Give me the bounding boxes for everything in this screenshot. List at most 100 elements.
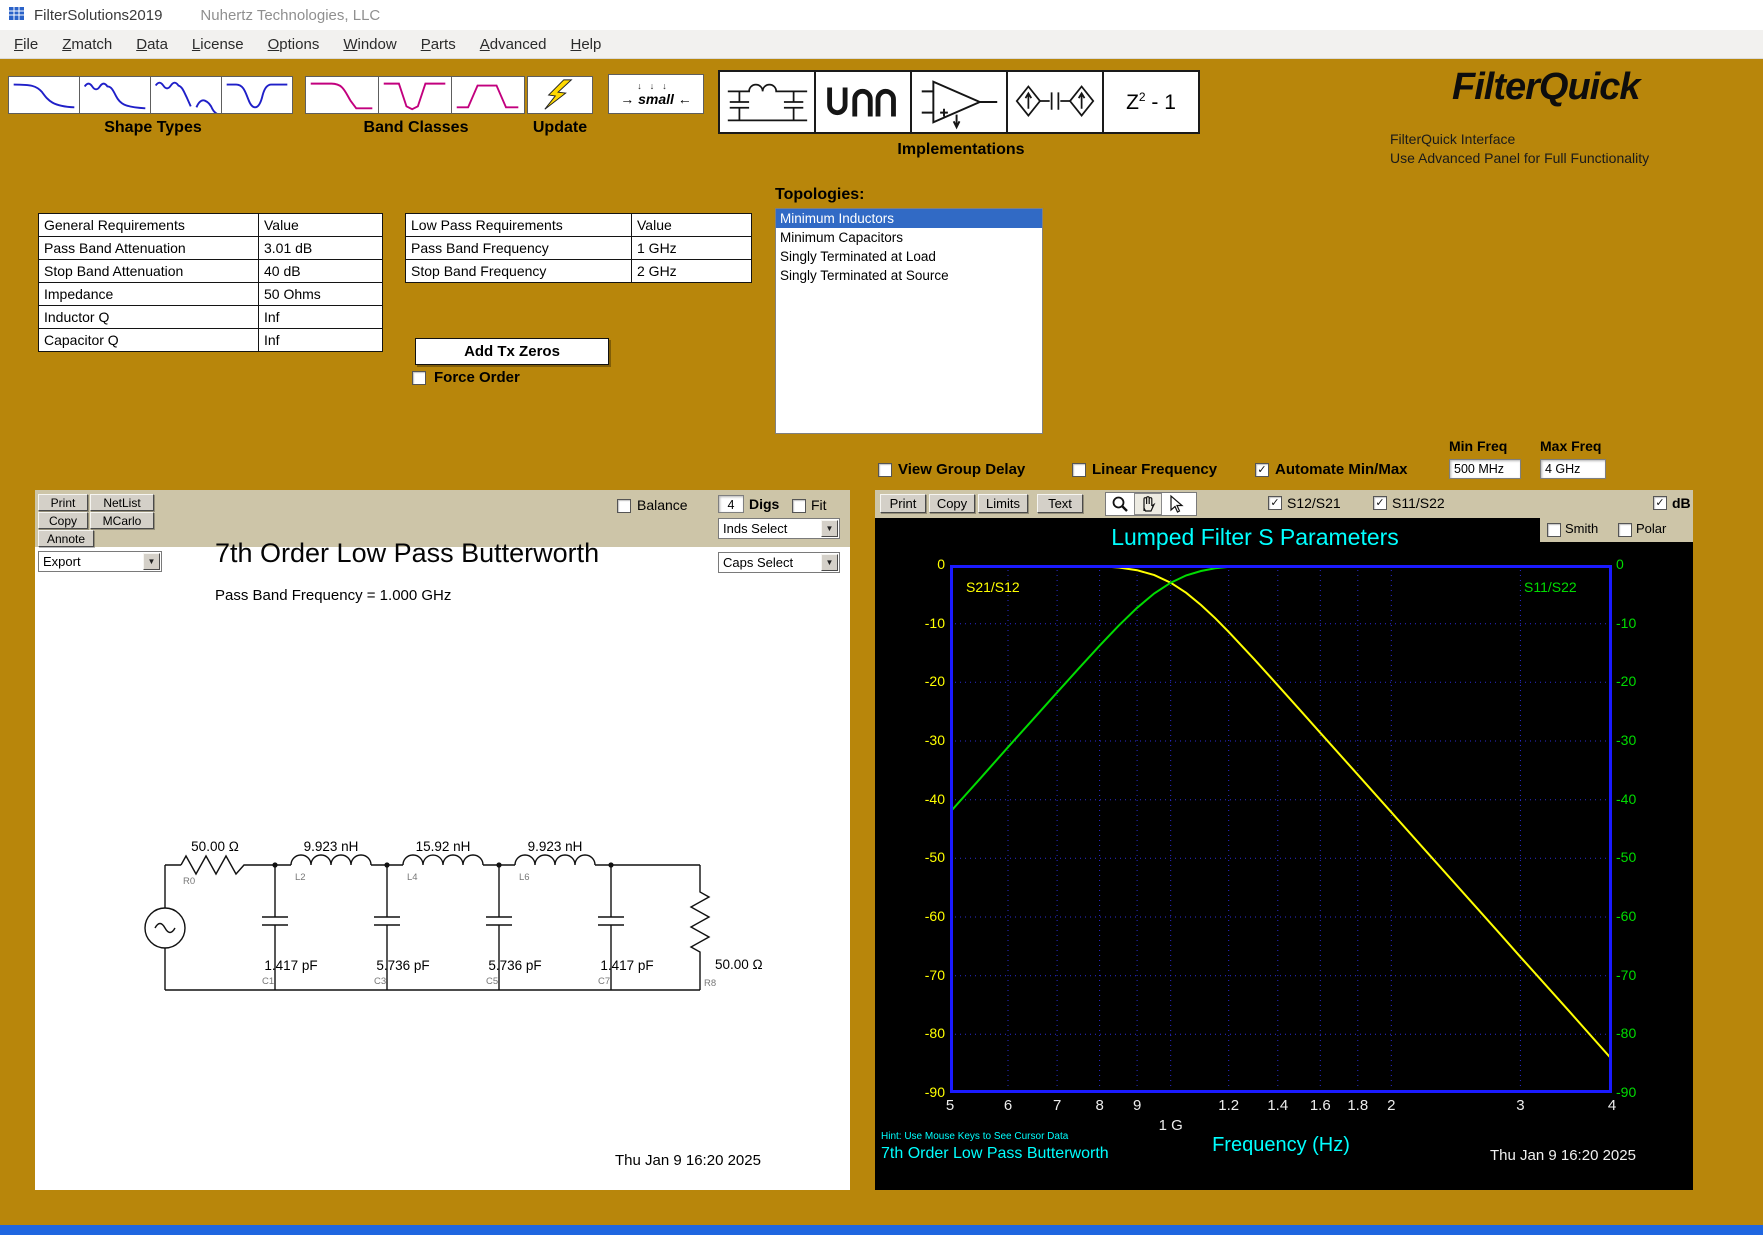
shape-type-elliptic-button[interactable] [150, 76, 222, 114]
topology-option[interactable]: Singly Terminated at Source [776, 266, 1042, 285]
balance-checkbox[interactable] [617, 499, 631, 513]
component-name: L2 [295, 872, 306, 883]
resistor-R8 [691, 865, 709, 990]
circuit-schematic[interactable]: 50.00 Ω 9.923 nH 15.92 nH 9.923 nH 1.417… [115, 780, 775, 1025]
x-axis-tick-label: 8 [1078, 1097, 1122, 1114]
annote-button[interactable]: Annote [38, 530, 94, 547]
band-class-bandpass-button[interactable] [451, 76, 525, 114]
min-freq-input[interactable]: 500 MHz [1449, 459, 1521, 479]
topology-option[interactable]: Minimum Inductors [776, 209, 1042, 228]
automate-minmax-checkbox[interactable]: ✓ [1255, 463, 1269, 477]
inward-arrows-icon: ↓↓↓ [637, 82, 675, 91]
balance-label: Balance [637, 497, 688, 513]
s12-s21-label: S12/S21 [1287, 495, 1341, 511]
caps-select-value: Caps Select [723, 555, 793, 570]
table-value-cell[interactable]: 40 dB [259, 260, 383, 283]
shape-types-group [8, 76, 292, 114]
y-axis-tick-label: -90 [897, 1084, 945, 1100]
menu-window[interactable]: Window [331, 30, 408, 59]
y-axis-tick-label: -50 [897, 849, 945, 865]
hand-icon[interactable] [1134, 493, 1162, 515]
linear-frequency-checkbox[interactable] [1072, 463, 1086, 477]
table-header-row: Low Pass RequirementsValue [406, 214, 752, 237]
update-button[interactable] [527, 76, 593, 114]
table-value-cell[interactable]: 3.01 dB [259, 237, 383, 260]
menu-help[interactable]: Help [558, 30, 613, 59]
chevron-down-icon[interactable]: ▼ [143, 553, 160, 570]
branding-line2: Use Advanced Panel for Full Functionalit… [1390, 150, 1649, 166]
netlist-button[interactable]: NetList [90, 494, 154, 511]
view-group-delay-checkbox[interactable] [878, 463, 892, 477]
caps-select-dropdown[interactable]: Caps Select ▼ [718, 552, 840, 573]
plot-panel: Print Copy Limits Text ✓ S12/S21 ✓ S11/S… [875, 490, 1693, 1190]
component-name: C5 [486, 976, 498, 987]
max-freq-input[interactable]: 4 GHz [1540, 459, 1606, 479]
implementations-label: Implementations [718, 141, 1204, 159]
y-axis-tick-label: -90 [1616, 1084, 1671, 1100]
implementation-lumped-lc-button[interactable] [718, 70, 816, 134]
topology-option[interactable]: Singly Terminated at Load [776, 247, 1042, 266]
y-axis-left-labels: 0-10-20-30-40-50-60-70-80-90 [897, 490, 945, 1190]
x-axis-tick-label: 1.6 [1298, 1097, 1342, 1114]
table-value-cell[interactable]: 50 Ohms [259, 283, 383, 306]
add-tx-zeros-button[interactable]: Add Tx Zeros [415, 338, 609, 365]
band-class-lowpass-button[interactable] [305, 76, 379, 114]
plot-text-button[interactable]: Text [1037, 494, 1083, 513]
topologies-listbox[interactable]: Minimum InductorsMinimum CapacitorsSingl… [775, 208, 1043, 434]
band-class-bandstop-button[interactable] [378, 76, 452, 114]
menu-file[interactable]: File [2, 30, 50, 59]
component-value-C5: 5.736 pF [488, 958, 541, 973]
table-value-cell[interactable]: 2 GHz [632, 260, 752, 283]
x-axis-tick-label: 3 [1498, 1097, 1542, 1114]
table-value-cell[interactable]: 1 GHz [632, 237, 752, 260]
y-axis-tick-label: -30 [1616, 732, 1671, 748]
smith-checkbox[interactable] [1547, 523, 1561, 537]
magnifier-icon[interactable] [1106, 493, 1134, 515]
s21-trace-label: S21/S12 [966, 579, 1020, 595]
menu-options[interactable]: Options [256, 30, 332, 59]
chevron-down-icon[interactable]: ▼ [821, 520, 838, 537]
implementation-active-opamp-button[interactable] [910, 70, 1008, 134]
table-label-cell: Impedance [39, 283, 259, 306]
fit-checkbox[interactable] [792, 499, 806, 513]
digs-input[interactable]: 4 [718, 495, 744, 513]
cursor-arrow-icon[interactable] [1162, 493, 1190, 515]
shape-type-chebyshev-button[interactable] [79, 76, 151, 114]
implementation-switched-capacitor-button[interactable] [1006, 70, 1104, 134]
chevron-down-icon[interactable]: ▼ [821, 554, 838, 571]
menu-license[interactable]: License [180, 30, 256, 59]
menu-advanced[interactable]: Advanced [468, 30, 559, 59]
inds-select-dropdown[interactable]: Inds Select ▼ [718, 518, 840, 539]
component-value-C7: 1.417 pF [600, 958, 653, 973]
menu-parts[interactable]: Parts [409, 30, 468, 59]
table-label-cell: Pass Band Frequency [406, 237, 632, 260]
plot-limits-button[interactable]: Limits [978, 494, 1028, 513]
x-axis-tick-label: 2 [1369, 1097, 1413, 1114]
force-order-checkbox[interactable] [412, 371, 426, 385]
component-name: L4 [407, 872, 418, 883]
s12-s21-checkbox[interactable]: ✓ [1268, 496, 1282, 510]
table-value-cell[interactable]: Inf [259, 306, 383, 329]
topology-option[interactable]: Minimum Capacitors [776, 228, 1042, 247]
s-parameter-plot[interactable]: S21/S12 S11/S22 [950, 565, 1612, 1093]
small-view-button[interactable]: ↓↓↓ → small ← [608, 74, 704, 114]
component-value-R8: 50.00 Ω [715, 957, 763, 972]
shape-type-inverse-button[interactable] [221, 76, 293, 114]
y-axis-tick-label: -10 [897, 615, 945, 631]
copy-button[interactable]: Copy [38, 512, 88, 529]
menu-zmatch[interactable]: Zmatch [50, 30, 124, 59]
implementation-digital-z-button[interactable]: Z2 - 1 [1102, 70, 1200, 134]
shape-type-butterworth-button[interactable] [8, 76, 80, 114]
table-value-cell[interactable]: Inf [259, 329, 383, 352]
component-name: R0 [183, 876, 195, 887]
menu-data[interactable]: Data [124, 30, 180, 59]
print-button[interactable]: Print [38, 494, 88, 511]
export-dropdown[interactable]: Export ▼ [38, 551, 162, 572]
y-axis-tick-label: -70 [1616, 967, 1671, 983]
s11-s22-checkbox[interactable]: ✓ [1373, 496, 1387, 510]
component-value-R0: 50.00 Ω [191, 839, 239, 854]
table-row: Stop Band Frequency2 GHz [406, 260, 752, 283]
mcarlo-button[interactable]: MCarlo [90, 512, 154, 529]
implementation-transmission-line-button[interactable] [814, 70, 912, 134]
view-group-delay-label: View Group Delay [898, 461, 1025, 478]
